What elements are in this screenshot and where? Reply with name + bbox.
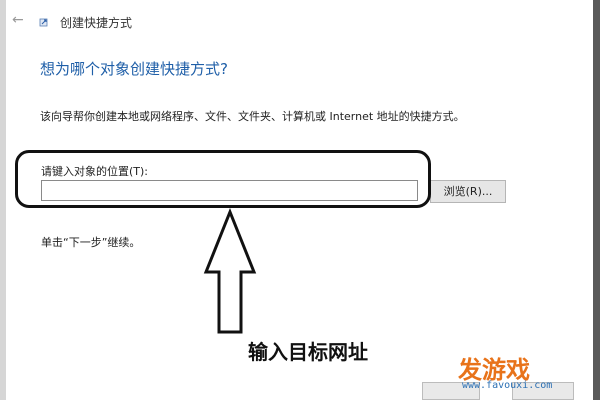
up-arrow-icon bbox=[203, 208, 257, 334]
wizard-description: 该向导帮你创建本地或网络程序、文件、文件夹、计算机或 Internet 地址的快… bbox=[40, 110, 465, 123]
watermark-url: www.favouxi.com bbox=[462, 380, 553, 391]
location-input[interactable] bbox=[41, 180, 418, 201]
window-right-edge bbox=[593, 0, 600, 400]
location-label: 请键入对象的位置(T): bbox=[41, 165, 149, 178]
shortcut-wizard-icon bbox=[39, 18, 48, 27]
window-left-edge bbox=[0, 0, 6, 400]
page-title: 想为哪个对象创建快捷方式? bbox=[40, 60, 228, 78]
browse-button[interactable]: 浏览(R)... bbox=[430, 180, 506, 203]
back-arrow-icon[interactable]: ← bbox=[12, 12, 24, 28]
window-title: 创建快捷方式 bbox=[60, 16, 133, 30]
annotation-label: 输入目标网址 bbox=[248, 340, 368, 364]
next-step-hint: 单击“下一步”继续。 bbox=[41, 236, 141, 249]
